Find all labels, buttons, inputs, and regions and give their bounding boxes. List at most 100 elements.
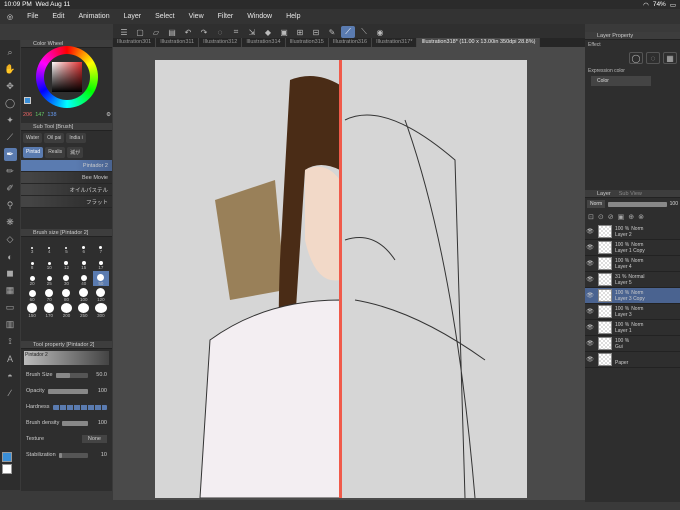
subtool-realistic[interactable]: Realis xyxy=(45,147,66,158)
tab-illustration317[interactable]: Illustration317* xyxy=(372,38,418,47)
brush-size-3[interactable]: 3 xyxy=(24,239,40,254)
tab-illustration301[interactable]: Illustration301 xyxy=(113,38,157,47)
layer-tab[interactable]: Layer xyxy=(597,191,611,197)
airbrush-icon[interactable]: ⚲ xyxy=(4,199,17,212)
gear-icon[interactable]: ⚙ xyxy=(106,112,111,118)
menu-view[interactable]: View xyxy=(182,13,211,20)
stabilization-row[interactable]: Stabilization 10 xyxy=(21,447,112,463)
subtool-pintador[interactable]: Pintad xyxy=(23,147,44,158)
brush-size-200[interactable]: 200 xyxy=(58,303,74,318)
menu-filter[interactable]: Filter xyxy=(211,13,241,20)
delete-layer-icon[interactable]: ⊗ xyxy=(638,213,644,221)
clip-icon[interactable]: ⊡ xyxy=(588,213,594,221)
magic-wand-icon[interactable]: ✦ xyxy=(4,114,17,127)
brush-size-8[interactable]: 8 xyxy=(24,255,40,270)
tab-illustration314[interactable]: Illustration314 xyxy=(242,38,286,47)
brush-size-80[interactable]: 80 xyxy=(58,287,74,302)
eye-icon[interactable]: 👁 xyxy=(585,324,595,331)
crop-icon[interactable]: ▣ xyxy=(277,26,291,38)
snap-icon[interactable]: ⊟ xyxy=(309,26,323,38)
pen-snap-icon[interactable]: ✎ xyxy=(325,26,339,38)
text-icon[interactable]: A xyxy=(4,352,17,365)
layer-opacity-slider[interactable] xyxy=(608,201,667,207)
border-effect-icon[interactable]: ◯ xyxy=(629,52,643,64)
brush-bee-movie[interactable]: Bee Movie xyxy=(21,172,112,184)
menu-list-icon[interactable]: ☰ xyxy=(117,26,131,38)
menu-help[interactable]: Help xyxy=(279,13,307,20)
subtool-water[interactable]: Water xyxy=(23,133,43,143)
blend-mode-select[interactable]: Norm xyxy=(587,200,606,208)
blend-icon[interactable]: ◐ xyxy=(4,250,17,263)
main-color-swatches[interactable] xyxy=(2,452,18,474)
brush-size-50[interactable]: 50 xyxy=(92,271,109,286)
app-icon[interactable]: ◎ xyxy=(0,13,20,21)
brush-size-slider[interactable] xyxy=(55,372,88,378)
layer-row[interactable]: 👁 100 % Gui xyxy=(585,336,680,352)
subtool-india-ink[interactable]: India i xyxy=(66,133,86,143)
tab-illustration315[interactable]: Illustration315 xyxy=(286,38,329,47)
brush-size-12[interactable]: 12 xyxy=(58,255,74,270)
layer-row[interactable]: 👁 100 % Norm Layer 1 Copy xyxy=(585,240,680,256)
brush-size-250[interactable]: 250 xyxy=(76,303,92,318)
main-color-swatch[interactable] xyxy=(2,452,12,462)
brush-density-row[interactable]: Brush density 100 xyxy=(21,415,112,431)
layer-row[interactable]: 👁 100 % Norm Layer 3 xyxy=(585,304,680,320)
deselect-icon[interactable]: ◌ xyxy=(213,26,227,38)
brush-size-20[interactable]: 20 xyxy=(24,271,40,286)
opacity-slider[interactable] xyxy=(47,388,88,394)
frame-icon[interactable]: ▥ xyxy=(4,318,17,331)
saturation-value-square[interactable] xyxy=(52,62,82,92)
eye-icon[interactable]: 👁 xyxy=(585,308,595,315)
brush-size-300[interactable]: 300 xyxy=(93,303,109,318)
layer-row[interactable]: 👁 100 % Norm Layer 1 xyxy=(585,320,680,336)
hardness-selector[interactable] xyxy=(52,404,107,410)
ref-layer-icon[interactable]: ⊙ xyxy=(598,213,604,221)
new-layer-icon[interactable]: ⊕ xyxy=(628,213,634,221)
mask-icon[interactable]: ▣ xyxy=(618,213,625,221)
eye-icon[interactable]: 👁 xyxy=(585,292,595,299)
eyedropper-icon[interactable]: ⟋ xyxy=(4,131,17,144)
open-icon[interactable]: ▱ xyxy=(149,26,163,38)
eye-icon[interactable]: 👁 xyxy=(585,340,595,347)
correction-icon[interactable]: ⟍ xyxy=(357,26,371,38)
brush-size-30[interactable]: 30 xyxy=(58,271,74,286)
layer-row[interactable]: 👁 Paper xyxy=(585,352,680,368)
brush-pintador-2[interactable]: Pintador 2 xyxy=(21,160,112,172)
undo-icon[interactable]: ↶ xyxy=(181,26,195,38)
color-wheel[interactable] xyxy=(36,46,98,108)
brush-icon[interactable]: ✐ xyxy=(4,182,17,195)
gradient-icon[interactable]: ▦ xyxy=(4,284,17,297)
opacity-row[interactable]: Opacity 100 xyxy=(21,383,112,399)
watercolor-edge-icon[interactable]: ◌ xyxy=(646,52,660,64)
menu-layer[interactable]: Layer xyxy=(117,13,149,20)
eye-icon[interactable]: 👁 xyxy=(585,356,595,363)
brush-size-row[interactable]: Brush Size 50.0 xyxy=(21,367,112,383)
transform-icon[interactable]: ⇲ xyxy=(245,26,259,38)
brush-size-4[interactable]: 4 xyxy=(41,239,57,254)
brush-flat[interactable]: フラット xyxy=(21,196,112,208)
zoom-icon[interactable]: ⌕ xyxy=(4,46,17,59)
layer-row[interactable]: 👁 100 % Norm Layer 4 xyxy=(585,256,680,272)
menu-animation[interactable]: Animation xyxy=(71,13,116,20)
brush-size-70[interactable]: 70 xyxy=(41,287,57,302)
operation-icon[interactable]: ⟟ xyxy=(4,335,17,348)
brush-size-150[interactable]: 150 xyxy=(24,303,40,318)
menu-select[interactable]: Select xyxy=(148,13,181,20)
hardness-row[interactable]: Hardness xyxy=(21,399,112,415)
expression-color-select[interactable]: Color xyxy=(591,76,651,86)
subtool-japanese[interactable]: 滅が xyxy=(67,147,84,158)
layer-row[interactable]: 👁 31 % Normal Layer 5 xyxy=(585,272,680,288)
brush-oil-pastel[interactable]: オイルパステル xyxy=(21,184,112,196)
balloon-icon[interactable]: ◓ xyxy=(4,369,17,382)
redo-icon[interactable]: ↷ xyxy=(197,26,211,38)
tone-icon[interactable]: ▦ xyxy=(663,52,677,64)
eye-icon[interactable]: 👁 xyxy=(585,228,595,235)
brush-size-170[interactable]: 170 xyxy=(41,303,57,318)
layer-row[interactable]: 👁 100 % Norm Layer 2 xyxy=(585,224,680,240)
eye-icon[interactable]: 👁 xyxy=(585,276,595,283)
brush-size-5[interactable]: 5 xyxy=(58,239,74,254)
texture-select[interactable]: None xyxy=(81,435,107,443)
tab-illustration316[interactable]: Illustration316 xyxy=(329,38,373,47)
fill-tool-icon[interactable]: ◼ xyxy=(4,267,17,280)
tab-illustration312[interactable]: Illustration312 xyxy=(199,38,243,47)
